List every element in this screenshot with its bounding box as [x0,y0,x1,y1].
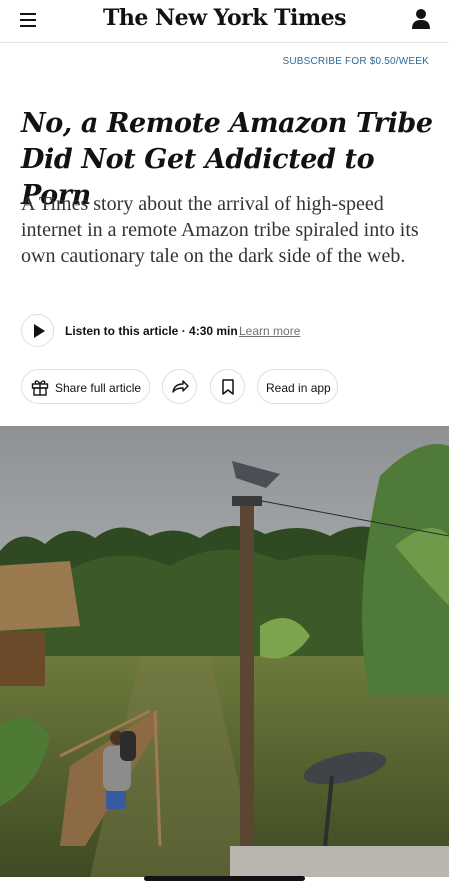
read-in-app-label: Read in app [266,381,331,395]
forward-share-button[interactable] [162,369,197,404]
site-logo[interactable]: The New York Times [0,5,449,31]
share-label: Share full article [55,381,142,395]
share-full-article-button[interactable]: Share full article [21,369,150,404]
learn-more-link[interactable]: Learn more [239,324,300,338]
forward-arrow-icon [172,380,189,393]
play-audio-button[interactable] [21,314,54,347]
gift-icon [31,380,49,396]
home-indicator[interactable] [144,876,305,881]
play-icon [34,324,45,338]
article-photo [0,426,449,877]
listen-duration: Listen to this article · 4:30 min [65,324,238,338]
user-icon[interactable] [411,8,431,30]
subscribe-link[interactable]: SUBSCRIBE FOR $0.50/WEEK [282,56,429,67]
article-summary: A Times story about the arrival of high-… [21,193,419,267]
bookmark-icon [222,379,234,395]
read-in-app-button[interactable]: Read in app [257,369,338,404]
top-bar: The New York Times [0,0,449,43]
bookmark-button[interactable] [210,369,245,404]
